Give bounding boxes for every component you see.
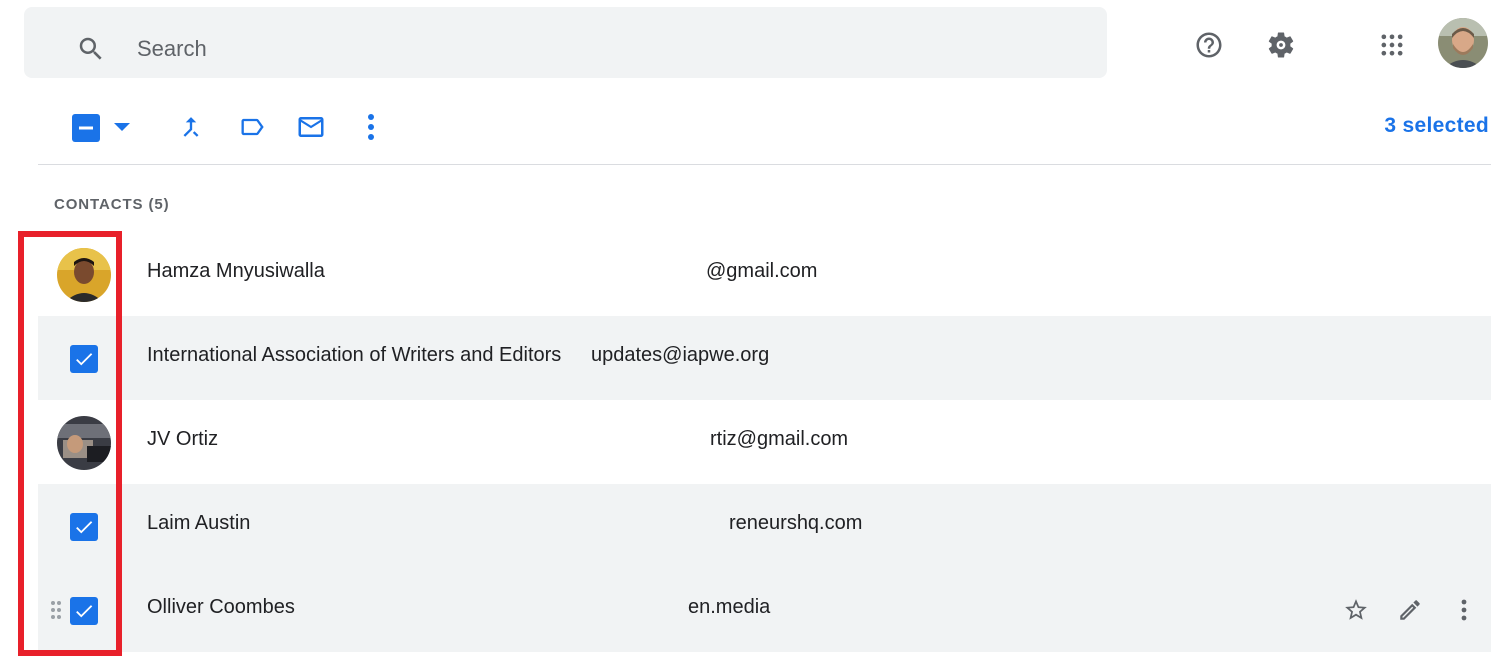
- contacts-section-header: CONTACTS (5): [54, 196, 170, 213]
- more-vert-icon[interactable]: [356, 108, 386, 146]
- edit-pencil-icon[interactable]: [1392, 592, 1428, 628]
- select-dropdown-caret-icon[interactable]: [110, 118, 134, 138]
- gear-icon[interactable]: [1260, 24, 1302, 66]
- table-row[interactable]: Hamza Mnyusiwalla @gmail.com: [38, 232, 1491, 316]
- label-icon[interactable]: [232, 108, 272, 146]
- more-vert-icon[interactable]: [1446, 592, 1482, 628]
- merge-icon[interactable]: [172, 108, 210, 146]
- search-icon[interactable]: [76, 34, 106, 64]
- apps-grid-icon[interactable]: [1370, 24, 1414, 66]
- search-bar[interactable]: [24, 7, 1107, 78]
- table-row[interactable]: JV Ortiz rtiz@gmail.com: [38, 400, 1491, 484]
- contact-email: updates@iapwe.org: [591, 344, 770, 366]
- table-row[interactable]: Laim Austin reneurshq.com: [38, 484, 1491, 568]
- select-all-checkbox-indeterminate-icon[interactable]: [68, 110, 104, 146]
- contact-name: Laim Austin: [147, 512, 251, 534]
- selected-count: 3 selected: [1384, 114, 1489, 137]
- toolbar-divider: [38, 164, 1491, 165]
- star-icon[interactable]: [1338, 592, 1374, 628]
- contact-email: @gmail.com: [706, 260, 818, 282]
- contact-name: Hamza Mnyusiwalla: [147, 260, 325, 282]
- contact-name: International Association of Writers and…: [147, 344, 562, 366]
- mail-icon[interactable]: [290, 108, 332, 146]
- table-row[interactable]: Olliver Coombes en.media: [38, 568, 1491, 652]
- annotation-highlight-box: [18, 231, 122, 656]
- help-circle-icon[interactable]: [1188, 24, 1230, 66]
- contact-name: JV Ortiz: [147, 428, 219, 450]
- contact-email: reneurshq.com: [729, 512, 863, 534]
- contact-email: rtiz@gmail.com: [710, 428, 849, 450]
- table-row[interactable]: International Association of Writers and…: [38, 316, 1491, 400]
- contact-name: Olliver Coombes: [147, 596, 295, 618]
- search-input[interactable]: [137, 31, 1037, 67]
- account-avatar[interactable]: [1438, 18, 1488, 68]
- contact-email: en.media: [688, 596, 771, 618]
